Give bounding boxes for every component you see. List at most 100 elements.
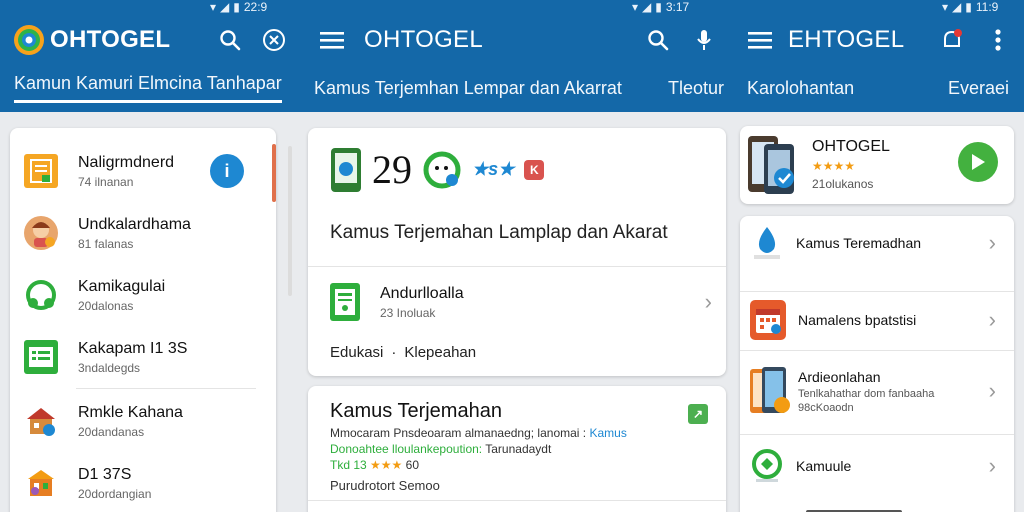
tab-row-right: Karolohantan bbox=[747, 72, 854, 104]
chevron-right-icon[interactable]: › bbox=[989, 378, 996, 404]
card-title: Kamus Terjemahan bbox=[330, 400, 502, 422]
list-item[interactable]: Kamikagulai 20dalonas bbox=[10, 264, 276, 326]
scroll-track[interactable] bbox=[288, 146, 292, 296]
tab-row-right-2: Everaei bbox=[948, 72, 1009, 104]
divider bbox=[308, 266, 726, 267]
list-item-title: D1 37S bbox=[78, 465, 132, 483]
list-item-subtitle: 20dalonas bbox=[78, 298, 134, 313]
status-time: 22:9 bbox=[243, 0, 268, 14]
chevron-right-icon[interactable]: › bbox=[989, 230, 996, 256]
info-icon[interactable]: i bbox=[210, 154, 244, 188]
devices-icon bbox=[750, 367, 790, 413]
right-app-card[interactable]: OHTOGEL ★★★★ 21olukanos bbox=[740, 126, 1014, 204]
tab-row-left: Kamun Kamuri Elmcina Tanhapar bbox=[14, 72, 282, 104]
appbar-left: OHTOGEL bbox=[12, 18, 302, 62]
status-bar-mid: ▾ ◢ ▮ 3:17 bbox=[632, 0, 689, 14]
chevron-right-icon[interactable]: › bbox=[989, 307, 996, 333]
wifi-icon: ▾ bbox=[632, 0, 639, 14]
list-item[interactable]: D1 37S 20dordangian bbox=[10, 452, 276, 512]
list-item[interactable]: Kakapam I1 3S 3ndaldegds bbox=[10, 326, 276, 388]
list-item-subtitle: 3ndaldegds bbox=[78, 360, 141, 375]
list-item[interactable]: Undkalardhama 81 falanas bbox=[10, 202, 276, 264]
list-item-title: Naligrmdnerd bbox=[78, 153, 175, 171]
search-icon[interactable] bbox=[216, 26, 244, 54]
category-label: Edukasi bbox=[330, 344, 384, 361]
tab-row-middle-2: Tleotur bbox=[668, 72, 724, 104]
tab-kamun[interactable]: Kamun Kamuri Elmcina Tanhapar bbox=[14, 73, 282, 103]
wifi-icon: ▾ bbox=[942, 0, 949, 14]
number-badge: 29 bbox=[372, 147, 412, 192]
calendar-icon bbox=[750, 300, 786, 340]
divider bbox=[308, 500, 726, 501]
description-link[interactable]: Kamus bbox=[589, 426, 626, 440]
store-icon bbox=[24, 466, 58, 500]
more-options-icon[interactable] bbox=[984, 26, 1012, 54]
left-list-card: Naligrmdnerd 74 ilnanan i Undkalardhama … bbox=[10, 128, 276, 512]
avatar-icon bbox=[24, 216, 58, 250]
chevron-right-icon[interactable]: › bbox=[705, 289, 712, 315]
battery-icon: ▮ bbox=[233, 0, 240, 14]
document-icon bbox=[24, 154, 58, 188]
menu-icon[interactable] bbox=[746, 26, 774, 54]
list-item[interactable]: Naligrmdnerd 74 ilnanan i bbox=[10, 140, 276, 202]
list-item[interactable]: Ardieonlahan Tenlkahathar dom fanbaaha 9… bbox=[740, 356, 1014, 426]
list-icon bbox=[24, 340, 58, 374]
tab-everaei[interactable]: Everaei bbox=[948, 78, 1009, 99]
appbar-middle: OHTOGEL bbox=[318, 18, 728, 62]
signal-icon: ◢ bbox=[952, 0, 962, 14]
list-item[interactable]: Rmkle Kahana 20dandanas bbox=[10, 390, 276, 452]
chat-bubble-icon bbox=[423, 151, 461, 188]
book-icon bbox=[330, 283, 360, 321]
list-item-title: Ardieonlahan bbox=[798, 368, 881, 385]
app-header: ▾ ◢ ▮ 22:9 ▾ ◢ ▮ 3:17 ▾ ◢ ▮ 11:9 OHTOGEL bbox=[0, 0, 1024, 112]
phone-icon bbox=[331, 147, 361, 192]
expand-icon[interactable]: ↗ bbox=[688, 404, 708, 424]
tab-kamus-terjemhan[interactable]: Kamus Terjemhan Lempar dan Akarrat bbox=[314, 78, 622, 99]
signal-icon: ◢ bbox=[642, 0, 652, 14]
app-title: OHTOGEL bbox=[50, 26, 171, 53]
chevron-right-icon[interactable]: › bbox=[989, 453, 996, 479]
wifi-icon: ▾ bbox=[210, 0, 217, 14]
status-bar-right: ▾ ◢ ▮ 11:9 bbox=[942, 0, 998, 14]
divider bbox=[740, 350, 1014, 351]
list-item-title: Undkalardhama bbox=[78, 215, 191, 233]
app-title: EHTOGEL bbox=[788, 26, 905, 53]
description-link[interactable]: Donoahtee lloulankepoution: bbox=[330, 442, 482, 456]
battery-icon: ▮ bbox=[655, 0, 662, 14]
list-item-subtitle: 74 ilnanan bbox=[78, 174, 134, 189]
rating-glyph: ★s★ bbox=[472, 159, 515, 179]
rating-count: 60 bbox=[405, 458, 420, 472]
rating-stars: ★★★ bbox=[370, 458, 403, 472]
tab-row-middle: Kamus Terjemhan Lempar dan Akarrat bbox=[314, 72, 622, 104]
list-item-subtitle: 20dandanas bbox=[78, 424, 145, 439]
list-item-subtitle: 20dordangian bbox=[78, 486, 152, 501]
tab-karolohantan[interactable]: Karolohantan bbox=[747, 78, 854, 99]
status-time: 3:17 bbox=[665, 0, 690, 14]
card-footer: Purudrotort Semoo bbox=[330, 478, 440, 493]
category-value: Klepeahan bbox=[404, 344, 477, 361]
list-item[interactable]: Namalens bpatstisi › bbox=[740, 292, 1014, 348]
list-item[interactable]: Kamuule › bbox=[740, 438, 1014, 494]
badge-icon: K bbox=[524, 159, 545, 180]
list-item[interactable]: Kamus Teremadhan › bbox=[740, 216, 1014, 270]
list-item-title: Kamikagulai bbox=[78, 277, 166, 295]
play-icon[interactable] bbox=[958, 142, 998, 182]
water-drop-icon bbox=[754, 227, 780, 259]
tab-tleotur[interactable]: Tleotur bbox=[668, 78, 724, 99]
divider bbox=[76, 388, 256, 389]
battery-icon: ▮ bbox=[965, 0, 972, 14]
appbar-right: EHTOGEL bbox=[746, 18, 1016, 62]
mic-icon[interactable] bbox=[690, 26, 718, 54]
description-line-1: Mmocaram Pnsdeoaram almanaedng; lanomai … bbox=[330, 426, 627, 440]
list-item[interactable]: Andurlloalla 23 Inoluak › bbox=[308, 272, 726, 332]
list-item-title: Kamuule bbox=[796, 458, 852, 474]
notification-icon[interactable] bbox=[938, 26, 966, 54]
menu-icon[interactable] bbox=[318, 26, 346, 54]
list-item-subtitle: 23 Inoluak bbox=[380, 305, 436, 320]
category-separator: · bbox=[391, 344, 397, 361]
list-item-subtitle: 81 falanas bbox=[78, 236, 134, 251]
search-icon[interactable] bbox=[644, 26, 672, 54]
close-icon[interactable] bbox=[260, 26, 288, 54]
rating-row: Tkd 13 ★★★ 60 bbox=[330, 458, 419, 472]
icon-strip: 29 ★s★ K bbox=[330, 146, 545, 193]
